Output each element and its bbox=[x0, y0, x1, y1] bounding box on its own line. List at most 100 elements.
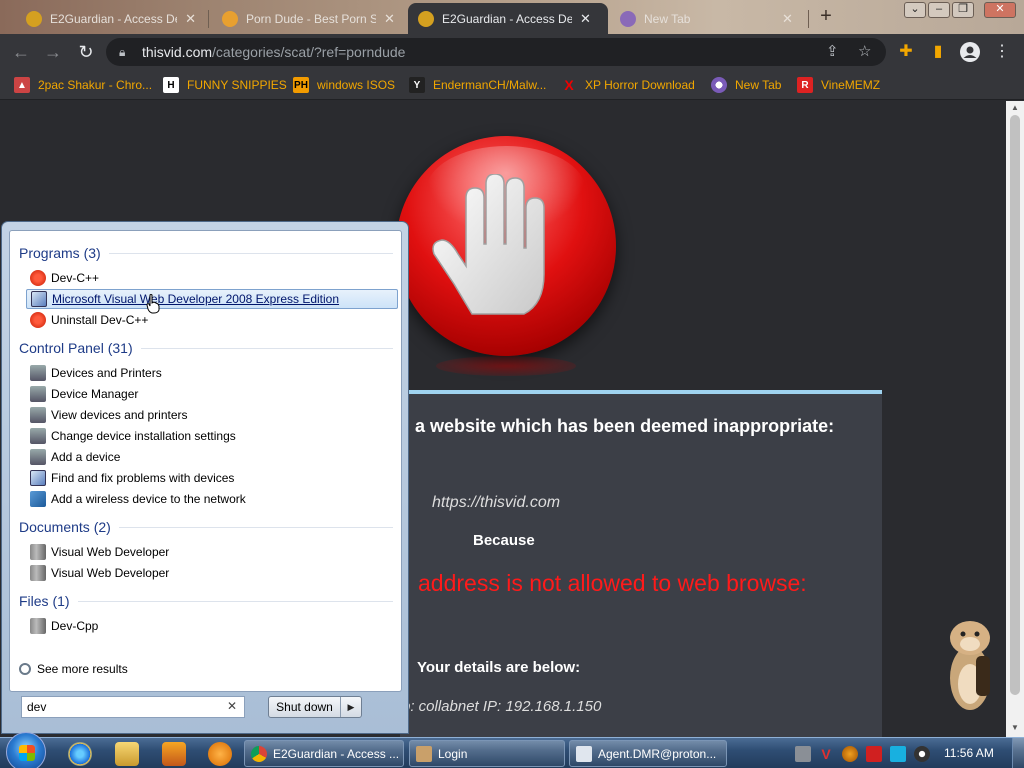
bookmark-item[interactable]: ▲ 2pac Shakur - Chro... bbox=[14, 76, 152, 94]
profile-avatar-icon[interactable] bbox=[959, 42, 981, 64]
lock-icon: 🔒︎ bbox=[119, 45, 126, 59]
ph-icon: PH bbox=[293, 77, 309, 93]
media-player-icon[interactable] bbox=[162, 742, 186, 766]
tab-porndude[interactable]: Porn Dude - Best Porn Si ✕ bbox=[212, 3, 408, 34]
h-icon: H bbox=[163, 77, 179, 93]
result-view-devices[interactable]: View devices and printers bbox=[26, 405, 398, 425]
tray-volume-icon[interactable] bbox=[914, 746, 930, 762]
device-manager-icon bbox=[30, 386, 46, 402]
reload-icon[interactable]: ↻ bbox=[74, 41, 98, 63]
shutdown-options-arrow-icon[interactable]: ▶ bbox=[341, 697, 361, 717]
section-heading: Documents (2) bbox=[19, 519, 111, 535]
extensions-puzzle-icon[interactable]: ✚ bbox=[895, 42, 917, 64]
tray-search-icon[interactable] bbox=[842, 746, 858, 762]
tab-new-tab[interactable]: New Tab ✕ bbox=[610, 3, 806, 34]
pinned-app-icon[interactable] bbox=[208, 742, 232, 766]
visual-studio-icon bbox=[31, 291, 47, 307]
page-scrollbar[interactable]: ▲ ▼ bbox=[1006, 101, 1024, 737]
tab-search-icon[interactable]: ⌄ bbox=[904, 2, 926, 18]
taskbar-login-window[interactable]: Login bbox=[409, 740, 565, 767]
bookmark-star-icon[interactable]: ☆ bbox=[858, 38, 871, 66]
hand-reflection bbox=[436, 356, 576, 376]
address-bar[interactable]: 🔒︎ thisvid.com/categories/scat/?ref=porn… bbox=[106, 38, 886, 66]
e2guardian-favicon-icon bbox=[26, 10, 42, 27]
result-add-device[interactable]: Add a device bbox=[26, 447, 398, 467]
windows-logo-icon bbox=[19, 745, 35, 761]
taskbar-chrome-window[interactable]: E2Guardian - Access ... bbox=[244, 740, 404, 767]
folder-icon bbox=[30, 618, 46, 634]
result-document[interactable]: Visual Web Developer bbox=[26, 542, 398, 562]
scrollbar-thumb[interactable] bbox=[1010, 115, 1020, 695]
section-heading: Programs (3) bbox=[19, 245, 101, 261]
stop-hand-icon bbox=[396, 136, 616, 376]
porndude-favicon-icon bbox=[222, 10, 238, 27]
show-desktop-button[interactable] bbox=[1012, 738, 1024, 768]
tab-title: Porn Dude - Best Porn Si bbox=[246, 11, 376, 26]
bookmark-label: New Tab bbox=[735, 78, 782, 92]
close-window-button[interactable]: ✕ bbox=[984, 2, 1016, 18]
result-troubleshoot-devices[interactable]: Find and fix problems with devices bbox=[26, 468, 398, 488]
bookmarks-bar: ▲ 2pac Shakur - Chro... H FUNNY SNIPPIES… bbox=[0, 70, 1024, 100]
bookmark-label: windows ISOS bbox=[317, 78, 396, 92]
bookmark-item[interactable]: Y EndermanCH/Malw... bbox=[409, 76, 546, 94]
clear-search-icon[interactable]: ✕ bbox=[224, 699, 240, 715]
back-arrow-icon[interactable]: ← bbox=[9, 41, 33, 63]
minimize-button[interactable]: – bbox=[928, 2, 950, 18]
printer-icon bbox=[30, 407, 46, 423]
start-button[interactable] bbox=[6, 732, 46, 768]
bookmark-item[interactable]: R VineMEMZ bbox=[797, 76, 880, 94]
scroll-down-arrow-icon[interactable]: ▼ bbox=[1010, 723, 1020, 732]
menu-kebab-icon[interactable]: ⋮ bbox=[991, 42, 1013, 64]
new-tab-button[interactable]: + bbox=[815, 6, 837, 28]
share-icon[interactable]: ⇪ bbox=[826, 38, 839, 66]
tab-e2guardian-active[interactable]: E2Guardian - Access Den ✕ bbox=[408, 3, 608, 34]
file-explorer-icon[interactable] bbox=[115, 742, 139, 766]
block-message-panel: a website which has been deemed inapprop… bbox=[400, 390, 882, 737]
forward-arrow-icon[interactable]: → bbox=[41, 41, 65, 63]
wireless-device-icon bbox=[30, 491, 46, 507]
result-add-wireless-device[interactable]: Add a wireless device to the network bbox=[26, 489, 398, 509]
result-uninstall-dev-cpp[interactable]: Uninstall Dev-C++ bbox=[26, 310, 398, 330]
bookmark-label: EndermanCH/Malw... bbox=[433, 78, 547, 92]
tab-separator bbox=[208, 10, 209, 28]
result-change-device-settings[interactable]: Change device installation settings bbox=[26, 426, 398, 446]
tray-display-icon[interactable] bbox=[890, 746, 906, 762]
scroll-up-arrow-icon[interactable]: ▲ bbox=[1010, 103, 1020, 112]
bookmark-item[interactable]: H FUNNY SNIPPIES bbox=[163, 76, 287, 94]
result-devices-and-printers[interactable]: Devices and Printers bbox=[26, 363, 398, 383]
user-details: p: collabnet IP: 192.168.1.150 bbox=[402, 698, 602, 715]
chrome-icon bbox=[251, 745, 267, 762]
close-tab-icon[interactable]: ✕ bbox=[185, 11, 196, 27]
bookmark-item[interactable]: New Tab bbox=[711, 76, 781, 94]
shutdown-button-group: Shut down ▶ bbox=[268, 696, 362, 718]
result-document[interactable]: Visual Web Developer bbox=[26, 563, 398, 583]
see-more-results-link[interactable]: See more results bbox=[19, 662, 128, 676]
section-documents: Documents (2) bbox=[19, 519, 393, 535]
section-heading: Files (1) bbox=[19, 593, 70, 609]
hand-shape bbox=[432, 174, 545, 315]
hamster-mascot-icon bbox=[950, 621, 990, 710]
tray-flag-icon[interactable] bbox=[866, 746, 882, 762]
bookmark-item[interactable]: PH windows ISOS bbox=[293, 76, 395, 94]
tray-network-icon[interactable] bbox=[795, 746, 811, 762]
tray-antivirus-icon[interactable]: V bbox=[818, 746, 834, 762]
start-search-input[interactable] bbox=[21, 696, 245, 718]
result-file[interactable]: Dev-Cpp bbox=[26, 616, 398, 636]
tab-title: E2Guardian - Access Den bbox=[442, 11, 572, 26]
result-device-manager[interactable]: Device Manager bbox=[26, 384, 398, 404]
result-visual-web-developer[interactable]: Microsoft Visual Web Developer 2008 Expr… bbox=[26, 289, 398, 309]
block-reason: address is not allowed to web browse: bbox=[418, 570, 807, 596]
result-dev-cpp[interactable]: Dev-C++ bbox=[26, 268, 398, 288]
taskbar-clock[interactable]: 11:56 AM bbox=[944, 746, 994, 760]
restore-button[interactable]: ❐ bbox=[952, 2, 974, 18]
close-tab-icon[interactable]: ✕ bbox=[782, 11, 793, 27]
side-panel-icon[interactable]: ▮ bbox=[927, 42, 949, 64]
taskbar-mail-window[interactable]: Agent.DMR@proton... bbox=[569, 740, 727, 767]
tab-e2guardian-1[interactable]: E2Guardian - Access Den ✕ bbox=[16, 3, 206, 34]
close-tab-icon[interactable]: ✕ bbox=[580, 11, 591, 27]
close-tab-icon[interactable]: ✕ bbox=[384, 11, 395, 27]
bookmark-item[interactable]: X XP Horror Download bbox=[561, 76, 695, 94]
folder-icon bbox=[30, 544, 46, 560]
internet-explorer-icon[interactable] bbox=[68, 742, 92, 766]
shutdown-button[interactable]: Shut down bbox=[269, 697, 341, 717]
